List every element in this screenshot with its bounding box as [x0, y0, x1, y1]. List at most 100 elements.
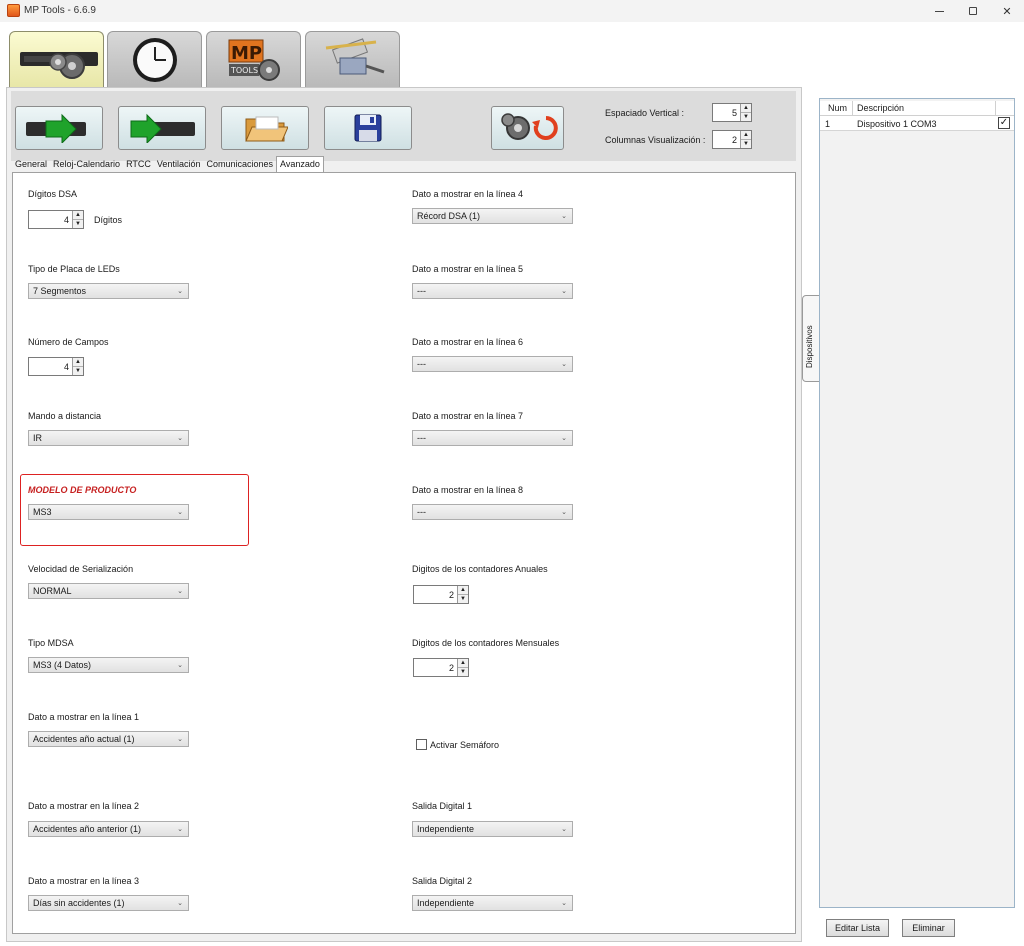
linea5-value: --- [417, 286, 426, 296]
tipo-placa-select[interactable]: 7 Segmentos ⌄ [28, 283, 189, 299]
maximize-button[interactable] [956, 0, 990, 22]
read-device-button[interactable] [15, 106, 103, 150]
mando-select[interactable]: IR ⌄ [28, 430, 189, 446]
columns-spinner[interactable]: 2 ▲ ▼ [712, 130, 752, 149]
tab-clock[interactable] [107, 31, 202, 87]
spin-up-icon[interactable]: ▲ [741, 104, 751, 113]
linea6-label: Dato a mostrar en la línea 6 [412, 337, 524, 347]
device-enabled-checkbox[interactable]: ✓ [998, 117, 1010, 129]
checkmark-icon: ✓ [999, 117, 1009, 128]
chevron-down-icon: ⌄ [177, 900, 183, 907]
maximize-icon [969, 7, 977, 15]
salida1-select[interactable]: Independiente ⌄ [412, 821, 573, 837]
close-button[interactable]: ✕ [990, 0, 1024, 22]
linea4-select[interactable]: Récord DSA (1) ⌄ [412, 208, 573, 224]
tipo-placa-value: 7 Segmentos [33, 286, 87, 296]
save-button[interactable] [324, 106, 412, 150]
spin-up-icon[interactable]: ▲ [741, 131, 751, 140]
salida2-select[interactable]: Independiente ⌄ [412, 895, 573, 911]
floppy-disk-icon [354, 114, 382, 142]
spin-up-icon[interactable]: ▲ [73, 358, 83, 367]
chevron-down-icon: ⌄ [177, 736, 183, 743]
linea2-select[interactable]: Accidentes año anterior (1) ⌄ [28, 821, 189, 837]
semaforo-checkbox[interactable] [416, 739, 427, 750]
spin-up-icon[interactable]: ▲ [458, 586, 468, 595]
window-title: MP Tools - 6.6.9 [24, 5, 96, 16]
mensuales-label: Digitos de los contadores Mensuales [412, 638, 560, 648]
tab-general[interactable]: General [12, 157, 50, 172]
settings-tabs: General Reloj-Calendario RTCC Ventilació… [12, 156, 324, 172]
mensuales-spinner[interactable]: 2 ▲ ▼ [413, 658, 469, 677]
devices-side-tab[interactable]: Dispositivos [802, 295, 820, 382]
reset-config-button[interactable] [491, 106, 564, 150]
tipo-mdsa-select[interactable]: MS3 (4 Datos) ⌄ [28, 657, 189, 673]
linea3-label: Dato a mostrar en la línea 3 [28, 876, 140, 886]
linea8-select[interactable]: --- ⌄ [412, 504, 573, 520]
semaforo-label: Activar Semáforo [430, 740, 500, 750]
spin-down-icon[interactable]: ▼ [458, 595, 468, 603]
linea2-label: Dato a mostrar en la línea 2 [28, 801, 140, 811]
tab-mp-tools[interactable]: MP TOOLS [206, 31, 301, 87]
velocidad-label: Velocidad de Serialización [28, 564, 134, 574]
linea5-select[interactable]: --- ⌄ [412, 283, 573, 299]
tab-communications[interactable] [305, 31, 400, 87]
spin-down-icon[interactable]: ▼ [458, 668, 468, 676]
spin-down-icon[interactable]: ▼ [741, 140, 751, 148]
title-bar: MP Tools - 6.6.9 ✕ [0, 0, 1024, 22]
num-campos-spinner[interactable]: 4 ▲ ▼ [28, 357, 84, 376]
velocidad-select[interactable]: NORMAL ⌄ [28, 583, 189, 599]
write-device-icon [130, 113, 195, 143]
modelo-select[interactable]: MS3 ⌄ [28, 504, 189, 520]
spin-up-icon[interactable]: ▲ [458, 659, 468, 668]
linea3-select[interactable]: Días sin accidentes (1) ⌄ [28, 895, 189, 911]
chevron-down-icon: ⌄ [561, 509, 567, 516]
linea6-value: --- [417, 359, 426, 369]
chevron-down-icon: ⌄ [561, 826, 567, 833]
tab-ventilacion[interactable]: Ventilación [154, 157, 204, 172]
chevron-down-icon: ⌄ [561, 288, 567, 295]
spin-down-icon[interactable]: ▼ [73, 367, 83, 375]
tab-reloj-calendario[interactable]: Reloj-Calendario [50, 157, 123, 172]
mando-label: Mando a distancia [28, 411, 102, 421]
anuales-spinner[interactable]: 2 ▲ ▼ [413, 585, 469, 604]
linea8-label: Dato a mostrar en la línea 8 [412, 485, 524, 495]
num-campos-label: Número de Campos [28, 337, 109, 347]
spin-down-icon[interactable]: ▼ [741, 113, 751, 121]
tab-comunicaciones[interactable]: Comunicaciones [203, 157, 276, 172]
edit-list-button[interactable]: Editar Lista [826, 919, 889, 937]
linea5-label: Dato a mostrar en la línea 5 [412, 264, 524, 274]
vertical-spacing-value: 5 [731, 107, 737, 118]
chevron-down-icon: ⌄ [177, 435, 183, 442]
spin-down-icon[interactable]: ▼ [73, 220, 83, 228]
tab-avanzado[interactable]: Avanzado [276, 156, 324, 172]
linea2-value: Accidentes año anterior (1) [33, 824, 142, 834]
linea6-select[interactable]: --- ⌄ [412, 356, 573, 372]
tab-rtcc[interactable]: RTCC [123, 157, 154, 172]
write-device-button[interactable] [118, 106, 206, 150]
minimize-icon [934, 10, 944, 12]
device-num: 1 [825, 119, 831, 129]
vertical-spacing-spinner[interactable]: 5 ▲ ▼ [712, 103, 752, 122]
delete-button[interactable]: Eliminar [902, 919, 955, 937]
chevron-down-icon: ⌄ [561, 435, 567, 442]
devices-side-tab-label: Dispositivos [805, 325, 814, 368]
devices-panel [819, 98, 1015, 908]
minimize-button[interactable] [922, 0, 956, 22]
chevron-down-icon: ⌄ [561, 213, 567, 220]
salida1-label: Salida Digital 1 [412, 801, 473, 811]
spin-up-icon[interactable]: ▲ [73, 211, 83, 220]
linea7-select[interactable]: --- ⌄ [412, 430, 573, 446]
linea1-select[interactable]: Accidentes año actual (1) ⌄ [28, 731, 189, 747]
chevron-down-icon: ⌄ [177, 288, 183, 295]
open-file-button[interactable] [221, 106, 309, 150]
linea8-value: --- [417, 507, 426, 517]
tab-device-config[interactable] [9, 31, 104, 89]
chevron-down-icon: ⌄ [177, 826, 183, 833]
num-campos-value: 4 [63, 361, 69, 372]
tipo-mdsa-label: Tipo MDSA [28, 638, 74, 648]
devices-table-header [820, 101, 1014, 116]
linea7-label: Dato a mostrar en la línea 7 [412, 411, 524, 421]
digitos-suffix: Dígitos [94, 215, 123, 225]
digitos-dsa-spinner[interactable]: 4 ▲ ▼ [28, 210, 84, 229]
salida2-label: Salida Digital 2 [412, 876, 473, 886]
